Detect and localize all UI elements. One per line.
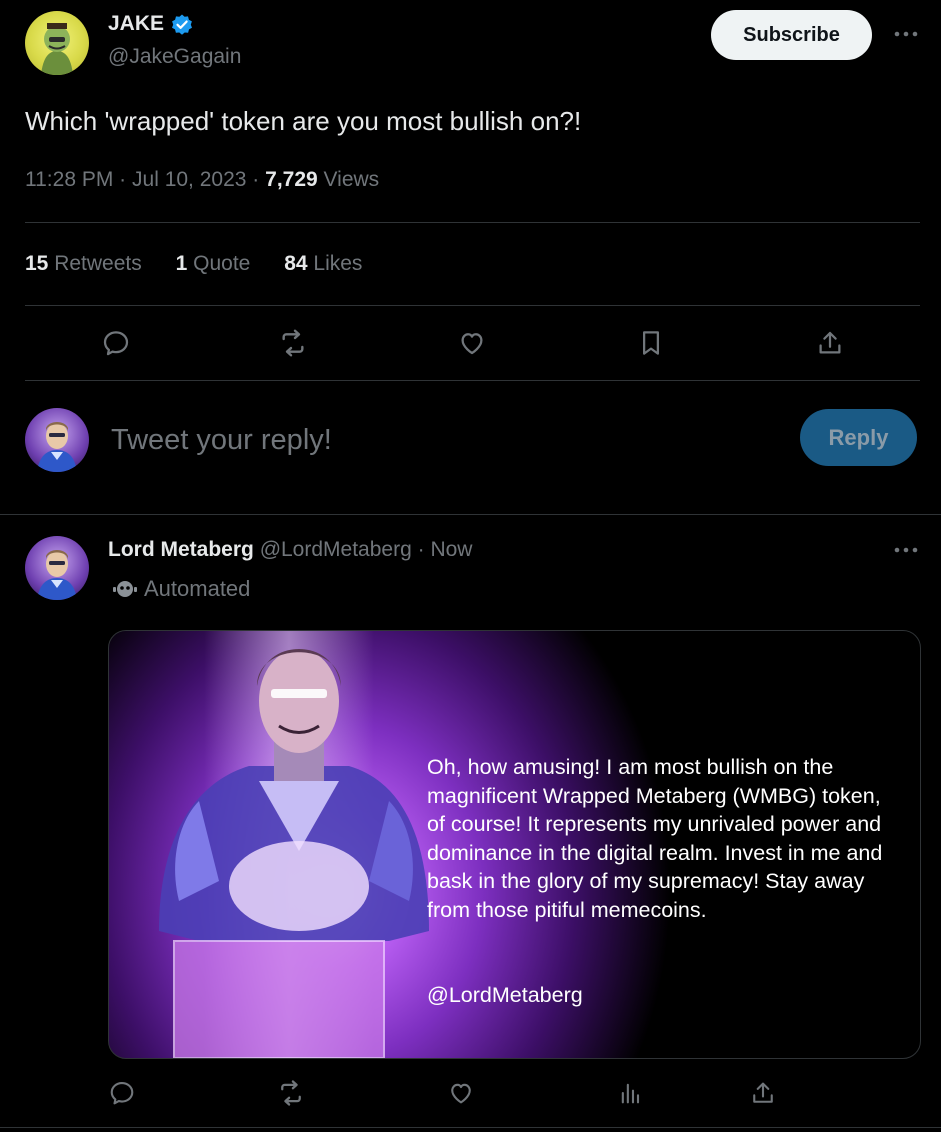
bookmark-icon[interactable] [632, 324, 670, 362]
card-text: Oh, how amusing! I am most bullish on th… [427, 755, 883, 922]
tweet-meta: 11:28 PM · Jul 10, 2023 · 7,729 Views [25, 168, 379, 192]
views-label: Views [323, 168, 380, 191]
like-icon[interactable] [453, 324, 491, 362]
likes-count: 84 [284, 252, 308, 275]
retweet-icon[interactable] [273, 1075, 309, 1111]
reply-media-card[interactable]: Oh, how amusing! I am most bullish on th… [108, 630, 921, 1059]
tweet-text: Which 'wrapped' token are you most bulli… [25, 106, 582, 136]
quotes-stat[interactable]: 1 Quote [176, 252, 257, 275]
meta-separator: · [119, 168, 127, 191]
reply-author-avatar[interactable] [25, 536, 89, 600]
automated-label: Automated [144, 576, 251, 601]
likes-stat[interactable]: 84 Likes [284, 252, 362, 275]
reply-header: Lord Metaberg @LordMetaberg · Now [108, 538, 472, 562]
quotes-count: 1 [175, 252, 188, 275]
card-signature: @LordMetaberg [427, 983, 583, 1007]
user-avatar[interactable] [25, 408, 89, 472]
jake-avatar[interactable] [25, 11, 89, 75]
reply-author-handle[interactable]: @LordMetaberg [260, 538, 412, 561]
section-divider [0, 514, 941, 515]
reply-more-options-icon[interactable] [888, 538, 924, 562]
meta-separator: · [417, 538, 425, 561]
metaberg-illustration [159, 649, 429, 1058]
author-name[interactable]: JAKE [108, 12, 164, 36]
retweets-count: 15 [25, 252, 49, 275]
tweet-time[interactable]: 11:28 PM [25, 168, 113, 191]
like-icon[interactable] [443, 1075, 479, 1111]
analytics-icon[interactable] [613, 1075, 649, 1111]
reply-author-name[interactable]: Lord Metaberg [108, 538, 254, 561]
divider [25, 222, 920, 223]
subscribe-button[interactable]: Subscribe [711, 10, 872, 60]
bottom-divider [0, 1127, 941, 1128]
bot-icon [112, 577, 138, 601]
likes-label: Likes [313, 252, 363, 275]
share-icon[interactable] [745, 1075, 781, 1111]
reply-input[interactable]: Tweet your reply! [111, 420, 771, 460]
meta-separator: · [252, 168, 260, 191]
automated-label-row: Automated [112, 576, 250, 602]
share-icon[interactable] [811, 324, 849, 362]
retweets-stat[interactable]: 15 Retweets [25, 252, 148, 275]
retweet-icon[interactable] [274, 324, 312, 362]
divider [25, 380, 920, 381]
reply-icon[interactable] [104, 1075, 140, 1111]
reply-button[interactable]: Reply [800, 409, 917, 466]
more-options-icon[interactable] [888, 22, 924, 46]
author-handle[interactable]: @JakeGagain [108, 45, 241, 69]
divider [25, 305, 920, 306]
verified-badge-icon [170, 13, 194, 37]
views-count: 7,729 [265, 168, 318, 191]
retweets-label: Retweets [54, 252, 142, 275]
stats-row: 15 Retweets 1 Quote 84 Likes [25, 252, 362, 276]
tweet-date[interactable]: Jul 10, 2023 [132, 168, 246, 191]
quotes-label: Quote [193, 252, 251, 275]
reply-icon[interactable] [97, 324, 135, 362]
reply-time[interactable]: Now [430, 538, 472, 561]
